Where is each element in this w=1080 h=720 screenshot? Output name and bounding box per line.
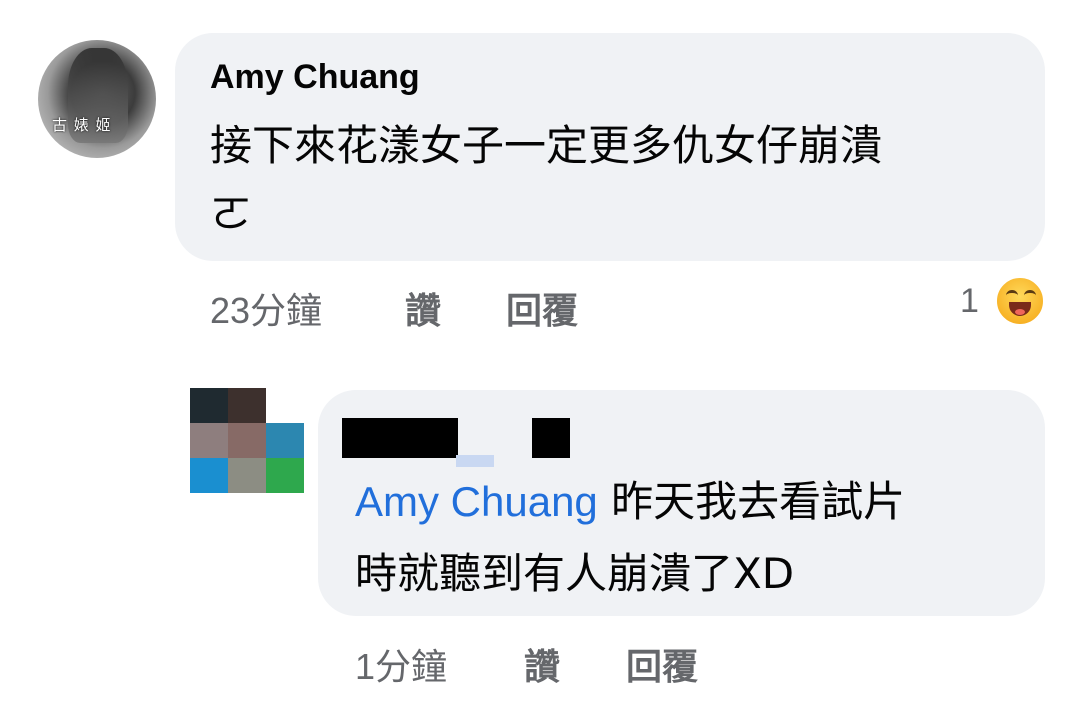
comment-text-line: 接下來花漾女子一定更多仇女仔崩潰 xyxy=(210,121,883,170)
reply-avatar[interactable] xyxy=(190,388,304,494)
comment-author-name[interactable]: Amy Chuang xyxy=(210,58,420,97)
emoji-eye xyxy=(1024,290,1036,301)
comment-text-line: ㄛ xyxy=(210,189,253,238)
avatar-pixel xyxy=(190,458,228,493)
avatar-pixel xyxy=(228,423,266,458)
avatar-pixel xyxy=(228,458,266,493)
reply-text-segment: 昨天我去看試片 xyxy=(611,477,906,526)
avatar-pixel xyxy=(228,388,266,423)
mention-link[interactable]: Amy Chuang xyxy=(355,478,598,525)
reaction-count[interactable]: 1 xyxy=(960,282,979,321)
emoji-eye xyxy=(1006,290,1018,301)
avatar[interactable]: 古 婊 姬 xyxy=(38,40,156,158)
emoji-mouth xyxy=(1009,302,1031,316)
reply-button[interactable]: 回覆 xyxy=(506,282,578,334)
avatar-pixel xyxy=(266,388,304,423)
avatar-pixel xyxy=(266,423,304,458)
comment-text: 接下來花漾女子一定更多仇女仔崩潰 ㄛ xyxy=(210,112,1010,248)
avatar-watermark: 古 婊 姬 xyxy=(52,116,112,134)
like-button[interactable]: 讚 xyxy=(405,282,441,334)
reply-reply-button[interactable]: 回覆 xyxy=(626,638,698,690)
avatar-pixel xyxy=(190,388,228,423)
reply-text-line: Amy Chuang 昨天我去看試片 xyxy=(355,466,1015,538)
comment-timestamp[interactable]: 23分鐘 xyxy=(210,282,322,334)
reply-text-line: 時就聽到有人崩潰了XD xyxy=(355,549,795,598)
reply-like-button[interactable]: 讚 xyxy=(524,638,560,690)
avatar-pixel xyxy=(190,423,228,458)
redacted-name-block xyxy=(532,418,570,458)
redacted-name-block xyxy=(342,418,458,458)
emoji-tongue xyxy=(1015,309,1025,315)
reply-timestamp[interactable]: 1分鐘 xyxy=(355,638,447,690)
avatar-pixel xyxy=(266,458,304,493)
haha-emoji-icon[interactable] xyxy=(995,276,1045,326)
reply-text: Amy Chuang 昨天我去看試片 時就聽到有人崩潰了XD xyxy=(355,466,1015,610)
